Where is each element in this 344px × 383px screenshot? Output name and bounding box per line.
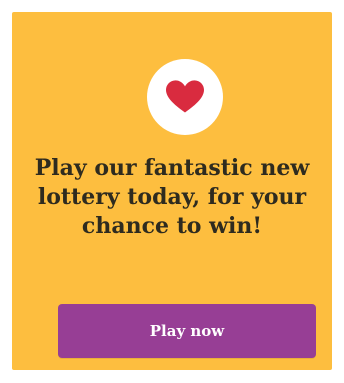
heart-icon	[166, 80, 204, 113]
heart-icon-circle	[147, 59, 223, 135]
play-now-button[interactable]: Play now	[58, 304, 316, 358]
promo-headline: Play our fantastic new lottery today, fo…	[34, 155, 310, 239]
promo-card: Play our fantastic new lottery today, fo…	[12, 12, 332, 370]
